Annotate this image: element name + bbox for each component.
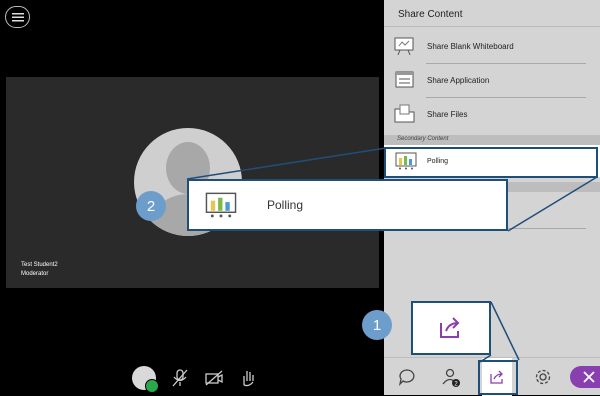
polling-chart-icon xyxy=(205,192,237,218)
polling-highlight-outline xyxy=(384,147,598,178)
share-content-callout xyxy=(411,301,491,355)
polling-callout: Polling xyxy=(187,179,508,231)
polling-callout-label: Polling xyxy=(267,198,304,212)
share-tab-highlight-outline xyxy=(478,360,518,395)
share-content-icon xyxy=(440,317,460,338)
step-2-badge: 2 xyxy=(136,191,166,221)
step-1-badge: 1 xyxy=(362,310,392,340)
